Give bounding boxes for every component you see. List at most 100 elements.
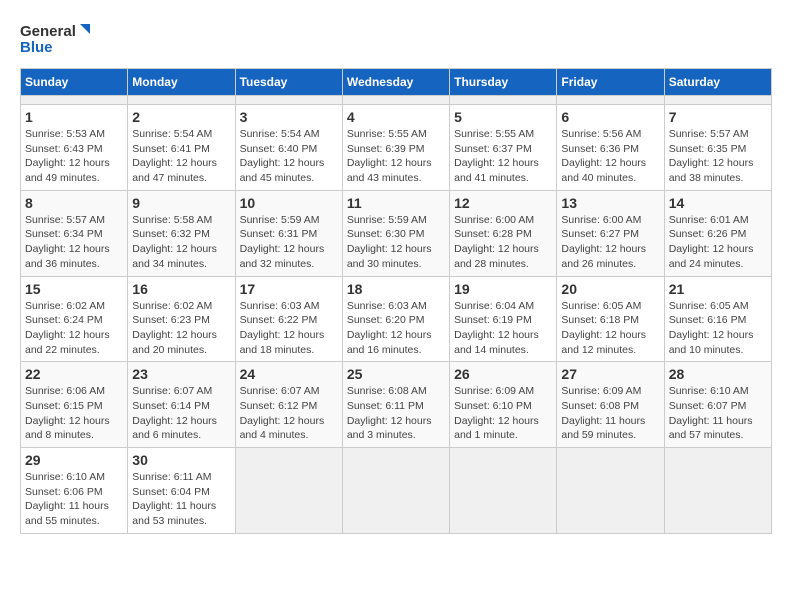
calendar-cell: 2 Sunrise: 5:54 AMSunset: 6:41 PMDaylight… xyxy=(128,105,235,191)
day-header-sunday: Sunday xyxy=(21,69,128,96)
day-number: 18 xyxy=(347,281,445,297)
calendar-cell: 30 Sunrise: 6:11 AMSunset: 6:04 PMDayligh… xyxy=(128,448,235,534)
day-number: 16 xyxy=(132,281,230,297)
calendar-cell xyxy=(342,448,449,534)
day-detail: Sunrise: 6:00 AMSunset: 6:28 PMDaylight:… xyxy=(454,213,552,272)
calendar-cell: 29 Sunrise: 6:10 AMSunset: 6:06 PMDayligh… xyxy=(21,448,128,534)
calendar-cell: 22Sunrise: 6:06 AMSunset: 6:15 PMDayligh… xyxy=(21,362,128,448)
calendar-cell: 12 Sunrise: 6:00 AMSunset: 6:28 PMDayligh… xyxy=(450,190,557,276)
calendar-cell: 25Sunrise: 6:08 AMSunset: 6:11 PMDayligh… xyxy=(342,362,449,448)
svg-text:Blue: Blue xyxy=(20,39,53,56)
calendar-cell: 16 Sunrise: 6:02 AMSunset: 6:23 PMDayligh… xyxy=(128,276,235,362)
calendar-cell: 10Sunrise: 5:59 AMSunset: 6:31 PMDayligh… xyxy=(235,190,342,276)
day-header-tuesday: Tuesday xyxy=(235,69,342,96)
day-detail: Sunrise: 6:04 AMSunset: 6:19 PMDaylight:… xyxy=(454,299,552,358)
day-detail: Sunrise: 6:09 AMSunset: 6:10 PMDaylight:… xyxy=(454,384,552,443)
day-detail: Sunrise: 6:02 AMSunset: 6:23 PMDaylight:… xyxy=(132,299,230,358)
day-detail: Sunrise: 6:08 AMSunset: 6:11 PMDaylight:… xyxy=(347,384,445,443)
day-number: 2 xyxy=(132,109,230,125)
calendar-cell: 1 Sunrise: 5:53 AMSunset: 6:43 PMDaylight… xyxy=(21,105,128,191)
day-detail: Sunrise: 5:54 AMSunset: 6:41 PMDaylight:… xyxy=(132,127,230,186)
day-detail: Sunrise: 6:07 AMSunset: 6:14 PMDaylight:… xyxy=(132,384,230,443)
calendar-cell: 11 Sunrise: 5:59 AMSunset: 6:30 PMDayligh… xyxy=(342,190,449,276)
day-detail: Sunrise: 6:05 AMSunset: 6:16 PMDaylight:… xyxy=(669,299,767,358)
day-detail: Sunrise: 5:54 AMSunset: 6:40 PMDaylight:… xyxy=(240,127,338,186)
calendar-table: SundayMondayTuesdayWednesdayThursdayFrid… xyxy=(20,68,772,534)
calendar-cell xyxy=(342,96,449,105)
day-number: 23 xyxy=(132,366,230,382)
day-number: 24 xyxy=(240,366,338,382)
calendar-cell: 5Sunrise: 5:55 AMSunset: 6:37 PMDaylight… xyxy=(450,105,557,191)
day-number: 13 xyxy=(561,195,659,211)
day-number: 19 xyxy=(454,281,552,297)
day-detail: Sunrise: 6:11 AMSunset: 6:04 PMDaylight:… xyxy=(132,470,230,529)
day-detail: Sunrise: 5:59 AMSunset: 6:30 PMDaylight:… xyxy=(347,213,445,272)
day-detail: Sunrise: 6:00 AMSunset: 6:27 PMDaylight:… xyxy=(561,213,659,272)
calendar-cell: 19 Sunrise: 6:04 AMSunset: 6:19 PMDayligh… xyxy=(450,276,557,362)
day-number: 1 xyxy=(25,109,123,125)
day-detail: Sunrise: 5:57 AMSunset: 6:34 PMDaylight:… xyxy=(25,213,123,272)
day-number: 26 xyxy=(454,366,552,382)
calendar-cell xyxy=(664,448,771,534)
day-detail: Sunrise: 5:56 AMSunset: 6:36 PMDaylight:… xyxy=(561,127,659,186)
day-detail: Sunrise: 6:10 AMSunset: 6:07 PMDaylight:… xyxy=(669,384,767,443)
calendar-cell: 20 Sunrise: 6:05 AMSunset: 6:18 PMDayligh… xyxy=(557,276,664,362)
day-detail: Sunrise: 5:53 AMSunset: 6:43 PMDaylight:… xyxy=(25,127,123,186)
calendar-cell xyxy=(557,448,664,534)
day-number: 17 xyxy=(240,281,338,297)
day-header-wednesday: Wednesday xyxy=(342,69,449,96)
calendar-cell xyxy=(450,96,557,105)
day-header-friday: Friday xyxy=(557,69,664,96)
calendar-cell xyxy=(235,96,342,105)
day-number: 27 xyxy=(561,366,659,382)
day-number: 7 xyxy=(669,109,767,125)
calendar-cell: 7 Sunrise: 5:57 AMSunset: 6:35 PMDaylight… xyxy=(664,105,771,191)
calendar-cell: 14Sunrise: 6:01 AMSunset: 6:26 PMDayligh… xyxy=(664,190,771,276)
calendar-cell: 15Sunrise: 6:02 AMSunset: 6:24 PMDayligh… xyxy=(21,276,128,362)
calendar-cell: 23 Sunrise: 6:07 AMSunset: 6:14 PMDayligh… xyxy=(128,362,235,448)
calendar-cell: 13 Sunrise: 6:00 AMSunset: 6:27 PMDayligh… xyxy=(557,190,664,276)
day-detail: Sunrise: 6:09 AMSunset: 6:08 PMDaylight:… xyxy=(561,384,659,443)
day-number: 4 xyxy=(347,109,445,125)
calendar-cell: 28 Sunrise: 6:10 AMSunset: 6:07 PMDayligh… xyxy=(664,362,771,448)
day-detail: Sunrise: 6:07 AMSunset: 6:12 PMDaylight:… xyxy=(240,384,338,443)
day-number: 3 xyxy=(240,109,338,125)
calendar-cell xyxy=(235,448,342,534)
day-number: 21 xyxy=(669,281,767,297)
calendar-cell: 24 Sunrise: 6:07 AMSunset: 6:12 PMDayligh… xyxy=(235,362,342,448)
calendar-cell xyxy=(557,96,664,105)
day-detail: Sunrise: 6:05 AMSunset: 6:18 PMDaylight:… xyxy=(561,299,659,358)
calendar-cell: 17 Sunrise: 6:03 AMSunset: 6:22 PMDayligh… xyxy=(235,276,342,362)
day-detail: Sunrise: 5:55 AMSunset: 6:39 PMDaylight:… xyxy=(347,127,445,186)
day-number: 28 xyxy=(669,366,767,382)
day-detail: Sunrise: 5:55 AMSunset: 6:37 PMDaylight:… xyxy=(454,127,552,186)
day-number: 11 xyxy=(347,195,445,211)
day-detail: Sunrise: 6:03 AMSunset: 6:22 PMDaylight:… xyxy=(240,299,338,358)
day-number: 8 xyxy=(25,195,123,211)
day-number: 20 xyxy=(561,281,659,297)
day-number: 15 xyxy=(25,281,123,297)
day-detail: Sunrise: 6:10 AMSunset: 6:06 PMDaylight:… xyxy=(25,470,123,529)
day-number: 30 xyxy=(132,452,230,468)
day-number: 12 xyxy=(454,195,552,211)
day-header-monday: Monday xyxy=(128,69,235,96)
day-detail: Sunrise: 6:01 AMSunset: 6:26 PMDaylight:… xyxy=(669,213,767,272)
logo-svg: GeneralBlue xyxy=(20,20,92,56)
calendar-cell: 3 Sunrise: 5:54 AMSunset: 6:40 PMDaylight… xyxy=(235,105,342,191)
calendar-cell: 21 Sunrise: 6:05 AMSunset: 6:16 PMDayligh… xyxy=(664,276,771,362)
day-detail: Sunrise: 5:59 AMSunset: 6:31 PMDaylight:… xyxy=(240,213,338,272)
calendar-cell xyxy=(664,96,771,105)
calendar-cell: 8 Sunrise: 5:57 AMSunset: 6:34 PMDaylight… xyxy=(21,190,128,276)
day-number: 9 xyxy=(132,195,230,211)
calendar-cell: 18 Sunrise: 6:03 AMSunset: 6:20 PMDayligh… xyxy=(342,276,449,362)
calendar-cell xyxy=(128,96,235,105)
day-detail: Sunrise: 5:57 AMSunset: 6:35 PMDaylight:… xyxy=(669,127,767,186)
calendar-cell: 4 Sunrise: 5:55 AMSunset: 6:39 PMDaylight… xyxy=(342,105,449,191)
day-detail: Sunrise: 6:06 AMSunset: 6:15 PMDaylight:… xyxy=(25,384,123,443)
calendar-cell xyxy=(450,448,557,534)
logo: GeneralBlue xyxy=(20,20,92,56)
calendar-cell: 26 Sunrise: 6:09 AMSunset: 6:10 PMDayligh… xyxy=(450,362,557,448)
svg-text:General: General xyxy=(20,23,76,40)
day-detail: Sunrise: 6:03 AMSunset: 6:20 PMDaylight:… xyxy=(347,299,445,358)
day-number: 29 xyxy=(25,452,123,468)
